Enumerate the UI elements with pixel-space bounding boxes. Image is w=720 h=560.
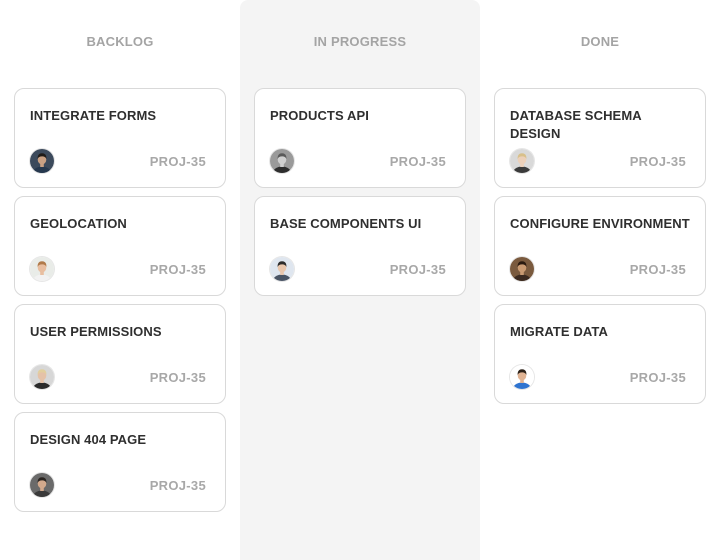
- card-id: PROJ-35: [149, 477, 206, 493]
- task-card[interactable]: PRODUCTS API PROJ-35: [254, 88, 466, 188]
- avatar-portrait: [30, 473, 54, 497]
- task-card[interactable]: MIGRATE DATA PROJ-35: [494, 304, 706, 404]
- avatar: [30, 149, 54, 173]
- card-title: BASE COMPONENTS UI: [270, 216, 422, 231]
- card-title: GEOLOCATION: [30, 216, 127, 231]
- avatar: [270, 257, 294, 281]
- avatar-portrait: [30, 149, 54, 173]
- card-id: PROJ-35: [149, 261, 206, 277]
- column-in-progress: IN PROGRESS PRODUCTS API PROJ-35 BASE CO…: [240, 0, 480, 560]
- task-card[interactable]: USER PERMISSIONS PROJ-35: [14, 304, 226, 404]
- card-footer: PROJ-35: [30, 149, 206, 173]
- card-footer: PROJ-35: [270, 257, 446, 281]
- card-id: PROJ-35: [149, 369, 206, 385]
- avatar: [510, 149, 534, 173]
- kanban-board: BACKLOG INTEGRATE FORMS PROJ-35 GEOLOCAT…: [0, 0, 720, 560]
- card-id: PROJ-35: [389, 261, 446, 277]
- card-footer: PROJ-35: [270, 149, 446, 173]
- card-id: PROJ-35: [149, 153, 206, 169]
- card-title: MIGRATE DATA: [510, 324, 608, 339]
- card-footer: PROJ-35: [510, 257, 686, 281]
- avatar-portrait: [270, 257, 294, 281]
- card-footer: PROJ-35: [30, 257, 206, 281]
- card-list: PRODUCTS API PROJ-35 BASE COMPONENTS UI …: [254, 88, 466, 296]
- task-card[interactable]: BASE COMPONENTS UI PROJ-35: [254, 196, 466, 296]
- card-id: PROJ-35: [629, 369, 686, 385]
- task-card[interactable]: INTEGRATE FORMS PROJ-35: [14, 88, 226, 188]
- card-id: PROJ-35: [629, 153, 686, 169]
- card-list: DATABASE SCHEMA DESIGN PROJ-35 CONFIGURE…: [494, 88, 706, 404]
- avatar-portrait: [30, 257, 54, 281]
- avatar: [30, 473, 54, 497]
- avatar: [510, 365, 534, 389]
- task-card[interactable]: GEOLOCATION PROJ-35: [14, 196, 226, 296]
- card-list: INTEGRATE FORMS PROJ-35 GEOLOCATION PROJ…: [14, 88, 226, 512]
- column-done: DONE DATABASE SCHEMA DESIGN PROJ-35 CONF…: [480, 0, 720, 560]
- task-card[interactable]: DATABASE SCHEMA DESIGN PROJ-35: [494, 88, 706, 188]
- avatar-portrait: [510, 257, 534, 281]
- column-header: IN PROGRESS: [313, 33, 407, 49]
- card-id: PROJ-35: [629, 261, 686, 277]
- avatar: [270, 149, 294, 173]
- avatar: [30, 365, 54, 389]
- column-backlog: BACKLOG INTEGRATE FORMS PROJ-35 GEOLOCAT…: [0, 0, 240, 560]
- card-title: INTEGRATE FORMS: [30, 108, 157, 123]
- column-header: DONE: [580, 33, 620, 49]
- avatar: [510, 257, 534, 281]
- card-id: PROJ-35: [389, 153, 446, 169]
- task-card[interactable]: CONFIGURE ENVIRONMENT PROJ-35: [494, 196, 706, 296]
- avatar-portrait: [30, 365, 54, 389]
- column-header: BACKLOG: [86, 33, 154, 49]
- card-title: USER PERMISSIONS: [30, 324, 162, 339]
- card-title: DATABASE SCHEMA DESIGN: [510, 108, 642, 141]
- card-title: CONFIGURE ENVIRONMENT: [510, 216, 690, 231]
- card-footer: PROJ-35: [510, 365, 686, 389]
- card-footer: PROJ-35: [510, 149, 686, 173]
- card-title: DESIGN 404 PAGE: [30, 432, 147, 447]
- avatar-portrait: [510, 149, 534, 173]
- card-title: PRODUCTS API: [270, 108, 369, 123]
- task-card[interactable]: DESIGN 404 PAGE PROJ-35: [14, 412, 226, 512]
- avatar: [30, 257, 54, 281]
- card-footer: PROJ-35: [30, 365, 206, 389]
- avatar-portrait: [270, 149, 294, 173]
- avatar-portrait: [510, 365, 534, 389]
- card-footer: PROJ-35: [30, 473, 206, 497]
